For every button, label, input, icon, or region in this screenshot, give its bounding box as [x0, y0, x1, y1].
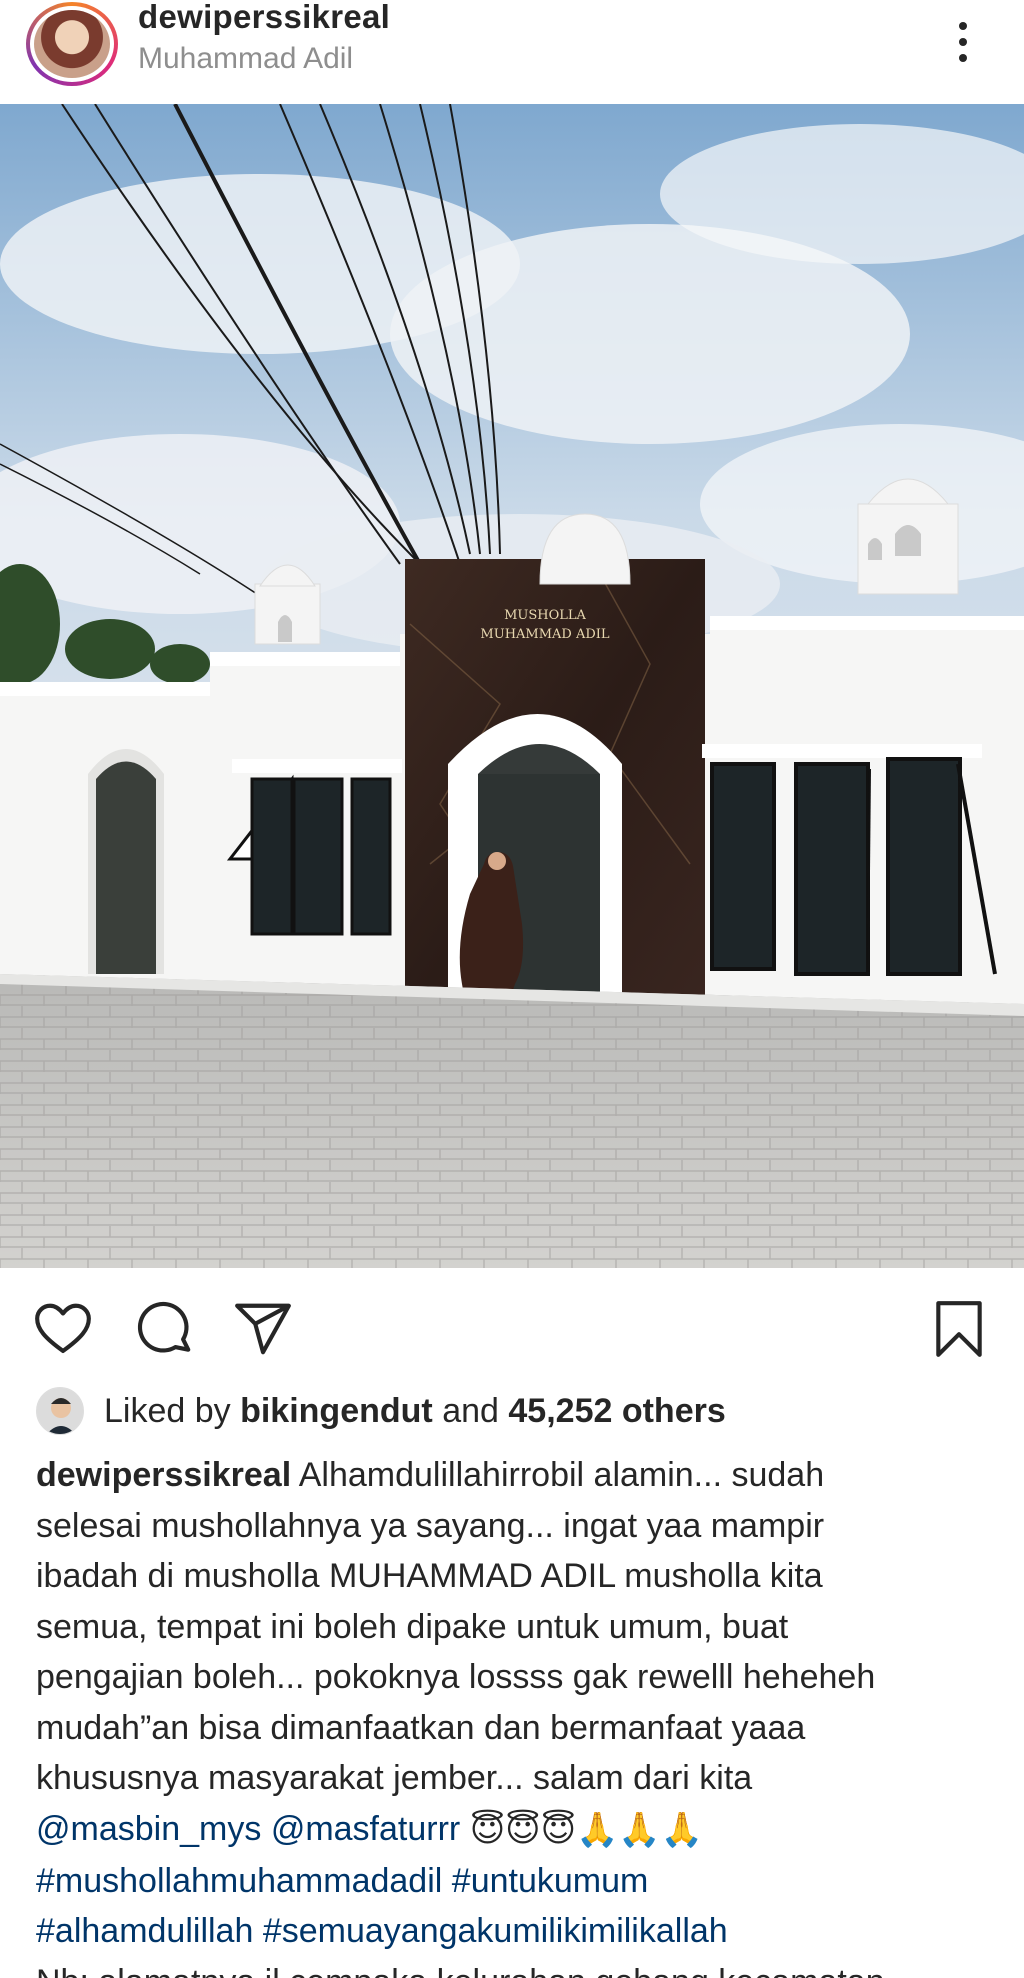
- post-header: dewiperssikreal Muhammad Adil: [0, 0, 1024, 104]
- hashtag-untukumum[interactable]: #untukumum: [452, 1862, 649, 1900]
- post-location[interactable]: Muhammad Adil: [138, 42, 353, 76]
- caption-line1: Alhamdulillahirrobil alamin... sudah: [298, 1456, 825, 1494]
- hashtag-mushollahmuhammadadil[interactable]: #mushollahmuhammadadil: [36, 1862, 442, 1900]
- liker-avatar[interactable]: [36, 1387, 84, 1435]
- caption-line6: mudah”an bisa dimanfaatkan dan bermanfaa…: [36, 1708, 806, 1747]
- likes-middle: and: [442, 1391, 499, 1430]
- post-username[interactable]: dewiperssikreal: [138, 0, 390, 36]
- caption-line2: selesai mushollahnya ya sayang... ingat …: [36, 1506, 825, 1545]
- caption-line4: semua, tempat ini boleh dipake untuk umu…: [36, 1607, 789, 1646]
- bookmark-icon[interactable]: [928, 1298, 990, 1360]
- caption-username[interactable]: dewiperssikreal: [36, 1456, 291, 1494]
- comment-icon[interactable]: [134, 1298, 196, 1360]
- post-actions: [0, 1268, 1024, 1386]
- likes-row: Liked by bikingendut and 45,252 others: [36, 1386, 726, 1436]
- photo-sign-line2: MUHAMMAD ADIL: [480, 627, 610, 642]
- caption-emojis: 😇😇😇🙏🙏🙏: [469, 1811, 704, 1850]
- caption-line-last: Nb: alamatnya jl cempaka kelurahan geban…: [36, 1957, 996, 1978]
- mention-masfaturrr[interactable]: @masfaturrr: [271, 1810, 460, 1848]
- likes-text: Liked by bikingendut and 45,252 others: [104, 1392, 726, 1431]
- more-vertical-icon[interactable]: [948, 14, 978, 70]
- likes-count[interactable]: 45,252 others: [508, 1392, 725, 1430]
- post-photo[interactable]: MUSHOLLA MUHAMMAD ADIL: [0, 104, 1024, 1268]
- caption-line3: ibadah di musholla MUHAMMAD ADIL musholl…: [36, 1557, 823, 1595]
- post-caption: dewiperssikreal Alhamdulillahirrobil ala…: [36, 1450, 996, 1978]
- likes-prefix: Liked by: [104, 1391, 231, 1430]
- photo-sign-line1: MUSHOLLA: [504, 608, 586, 623]
- hashtag-semuayangakumilikimilikallah[interactable]: #semuayangakumilikimilikallah: [263, 1912, 728, 1950]
- liker-username[interactable]: bikingendut: [240, 1392, 433, 1430]
- hashtag-alhamdulillah[interactable]: #alhamdulillah: [36, 1912, 253, 1950]
- caption-line5: pengajian boleh... pokoknya lossss gak r…: [36, 1658, 876, 1696]
- caption-line7: khususnya masyarakat jember... salam dar…: [36, 1759, 753, 1797]
- mention-masbin[interactable]: @masbin_mys: [36, 1810, 261, 1848]
- heart-icon[interactable]: [32, 1298, 94, 1360]
- profile-avatar[interactable]: [26, 2, 118, 86]
- send-icon[interactable]: [232, 1298, 294, 1360]
